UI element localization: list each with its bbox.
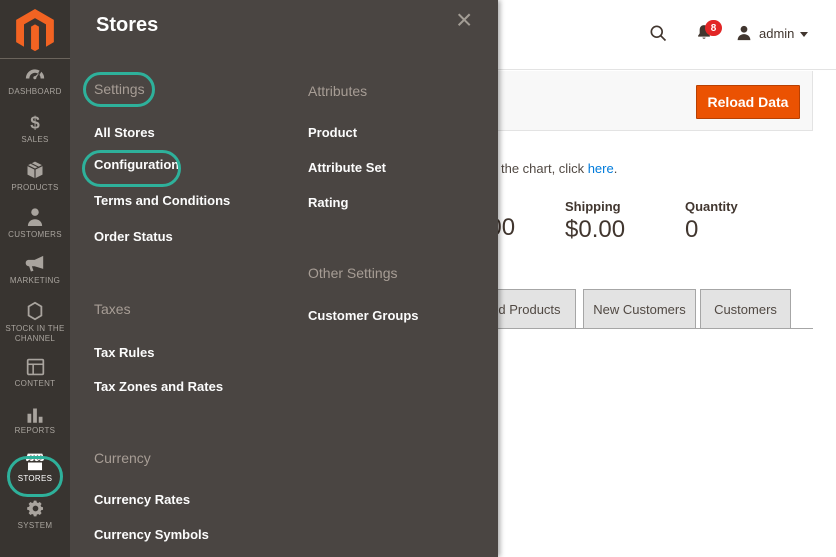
search-icon[interactable] — [648, 23, 668, 48]
menu-item-tax-zones-and-rates[interactable]: Tax Zones and Rates — [94, 379, 223, 394]
content-icon — [26, 358, 45, 376]
menu-item-all-stores[interactable]: All Stores — [94, 125, 155, 140]
chevron-down-icon — [800, 32, 808, 37]
user-icon — [735, 24, 753, 42]
notification-count-badge[interactable]: 8 — [705, 20, 722, 36]
tab-new-customers[interactable]: New Customers — [583, 289, 696, 329]
reports-icon — [26, 406, 44, 423]
admin-user-menu[interactable]: admin — [735, 24, 808, 42]
section-header-attributes: Attributes — [308, 83, 367, 99]
menu-title: Stores — [96, 14, 158, 37]
admin-sidebar: DASHBOARD $ SALES PRODUCTS CUSTOMERS MAR… — [0, 0, 70, 557]
sidebar-item-system[interactable]: SYSTEM — [0, 491, 70, 538]
chart-enable-link[interactable]: here — [588, 161, 614, 176]
sales-icon: $ — [25, 114, 45, 132]
stat-value: 0 — [685, 216, 738, 244]
magento-admin-screen: 8 admin Reload Data To enable the chart,… — [0, 0, 836, 557]
marketing-icon — [25, 255, 45, 273]
sidebar-item-products[interactable]: PRODUCTS — [0, 153, 70, 200]
sidebar-item-sales[interactable]: $ SALES — [0, 106, 70, 153]
sidebar-item-reports[interactable]: REPORTS — [0, 397, 70, 444]
tab-customers[interactable]: Customers — [700, 289, 791, 329]
menu-item-customer-groups[interactable]: Customer Groups — [308, 308, 419, 323]
magento-logo[interactable] — [0, 0, 70, 59]
menu-item-product[interactable]: Product — [308, 125, 357, 140]
stat-shipping: Shipping $0.00 — [565, 199, 625, 244]
sidebar-item-stock-in-the-channel[interactable]: STOCK IN THE CHANNEL — [0, 294, 70, 350]
sidebar-item-content[interactable]: CONTENT — [0, 350, 70, 397]
menu-item-configuration[interactable]: Configuration — [94, 157, 179, 172]
sidebar-item-customers[interactable]: CUSTOMERS — [0, 200, 70, 247]
section-header-taxes: Taxes — [94, 301, 131, 317]
stock-icon — [26, 301, 44, 321]
section-header-settings: Settings — [94, 81, 145, 97]
username-label: admin — [759, 26, 794, 41]
sidebar-item-dashboard[interactable]: DASHBOARD — [0, 59, 70, 106]
menu-item-currency-rates[interactable]: Currency Rates — [94, 492, 190, 507]
close-icon[interactable]: × — [456, 6, 472, 34]
stores-flyout-menu: Stores × Settings All Stores Configurati… — [70, 0, 498, 557]
menu-item-rating[interactable]: Rating — [308, 195, 348, 210]
sidebar-item-stores[interactable]: STORES — [0, 444, 70, 491]
reload-data-button[interactable]: Reload Data — [696, 85, 800, 119]
menu-item-attribute-set[interactable]: Attribute Set — [308, 160, 386, 175]
svg-text:$: $ — [30, 114, 40, 132]
stat-quantity: Quantity 0 — [685, 199, 738, 244]
system-icon — [26, 499, 45, 518]
menu-item-order-status[interactable]: Order Status — [94, 229, 173, 244]
menu-item-terms-and-conditions[interactable]: Terms and Conditions — [94, 193, 230, 208]
sidebar-item-marketing[interactable]: MARKETING — [0, 247, 70, 294]
menu-item-tax-rules[interactable]: Tax Rules — [94, 345, 154, 360]
customers-icon — [26, 207, 44, 227]
stores-icon — [25, 452, 45, 471]
stat-label: Shipping — [565, 199, 625, 214]
menu-item-currency-symbols[interactable]: Currency Symbols — [94, 527, 209, 542]
stat-label: Quantity — [685, 199, 738, 214]
products-icon — [25, 160, 45, 180]
section-header-other-settings: Other Settings — [308, 265, 398, 281]
stat-value: $0.00 — [565, 216, 625, 244]
dashboard-icon — [25, 68, 45, 84]
section-header-currency: Currency — [94, 450, 151, 466]
